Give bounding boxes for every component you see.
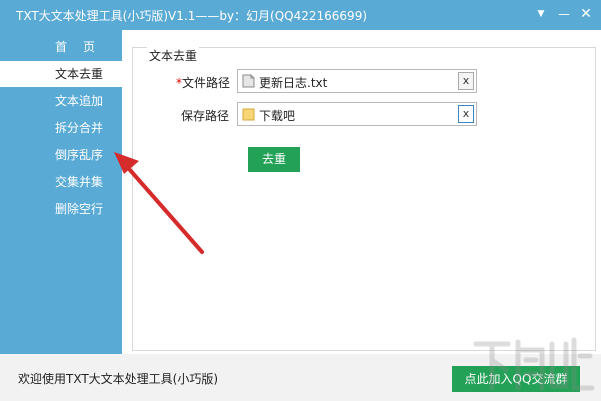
sidebar-item-dedupe[interactable]: 文本去重 bbox=[0, 61, 122, 87]
sidebar-item-split-merge[interactable]: 拆分合并 bbox=[0, 115, 122, 141]
file-path-value: 更新日志.txt bbox=[259, 76, 328, 90]
minimize-button[interactable]: — bbox=[553, 3, 575, 25]
sidebar-item-append[interactable]: 文本追加 bbox=[0, 88, 122, 114]
file-path-label: *文件路径 bbox=[176, 76, 231, 90]
status-bar: 欢迎使用TXT大文本处理工具(小巧版) 点此加入QQ交流群 bbox=[0, 354, 601, 401]
sidebar-item-home[interactable]: 首页 bbox=[0, 34, 122, 60]
clear-file-path-button[interactable]: x bbox=[458, 72, 474, 90]
group-title: 文本去重 bbox=[147, 47, 200, 64]
status-text: 欢迎使用TXT大文本处理工具(小巧版) bbox=[18, 372, 219, 386]
title-bar: TXT大文本处理工具(小巧版)V1.1——by：幻月(QQ422166699) … bbox=[0, 0, 601, 30]
dedupe-button[interactable]: 去重 bbox=[248, 147, 300, 172]
sidebar-item-reverse-shuffle[interactable]: 倒序乱序 bbox=[0, 142, 122, 168]
save-path-label: 保存路径 bbox=[181, 109, 230, 123]
folder-icon bbox=[242, 108, 255, 121]
sidebar-item-label: 首页 bbox=[55, 40, 112, 54]
sidebar-item-remove-blank-lines[interactable]: 删除空行 bbox=[0, 196, 122, 222]
dropdown-icon[interactable]: ▼ bbox=[530, 3, 552, 25]
sidebar-item-intersection-union[interactable]: 交集并集 bbox=[0, 169, 122, 195]
sidebar-item-label: 拆分合并 bbox=[55, 121, 104, 135]
sidebar: 首页 文本去重 文本追加 拆分合并 倒序乱序 交集并集 删除空行 bbox=[0, 30, 122, 354]
file-path-field[interactable]: 更新日志.txt x bbox=[237, 69, 477, 93]
join-qq-group-button[interactable]: 点此加入QQ交流群 bbox=[452, 366, 580, 392]
file-icon bbox=[242, 74, 255, 88]
dedupe-group: 文本去重 *文件路径 更新日志.txt x 保存路径 下载吧 x 去重 bbox=[132, 47, 596, 351]
sidebar-item-label: 文本追加 bbox=[55, 94, 104, 108]
window-title: TXT大文本处理工具(小巧版)V1.1——by：幻月(QQ422166699) bbox=[16, 9, 368, 23]
sidebar-item-label: 删除空行 bbox=[55, 202, 104, 216]
close-button[interactable]: ✕ bbox=[575, 3, 597, 25]
sidebar-item-label: 交集并集 bbox=[55, 175, 104, 189]
main-panel: 文本去重 *文件路径 更新日志.txt x 保存路径 下载吧 x 去重 bbox=[122, 30, 601, 354]
save-path-value: 下载吧 bbox=[259, 109, 296, 123]
save-path-field[interactable]: 下载吧 x bbox=[237, 102, 477, 126]
clear-save-path-button[interactable]: x bbox=[458, 105, 474, 123]
sidebar-item-label: 倒序乱序 bbox=[55, 148, 104, 162]
sidebar-item-label: 文本去重 bbox=[55, 67, 104, 81]
